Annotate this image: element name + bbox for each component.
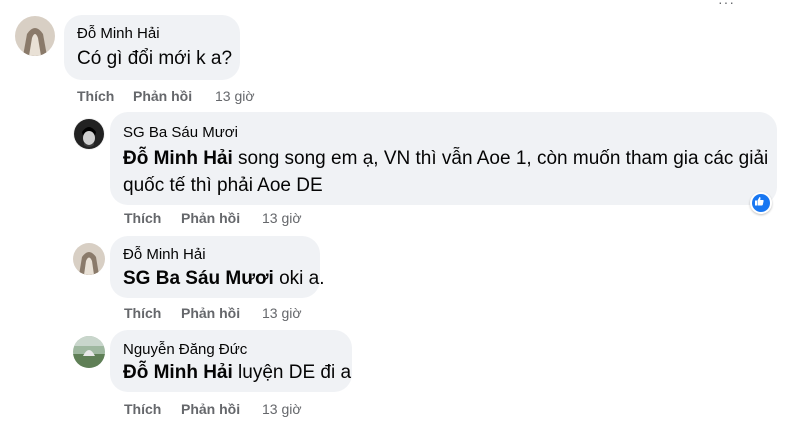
avatar[interactable] — [73, 118, 105, 150]
mention-link[interactable]: Đỗ Minh Hải — [123, 362, 233, 383]
mention-link[interactable]: Đỗ Minh Hải — [123, 148, 233, 169]
mention-link[interactable]: SG Ba Sáu Mươi — [123, 268, 274, 289]
comment-text-line: oki a. — [273, 268, 325, 289]
comment-text-line: luyện DE đi a — [232, 362, 352, 383]
comment-author[interactable]: Đỗ Minh Hải — [77, 25, 160, 42]
comment-timestamp[interactable]: 13 giờ — [262, 210, 302, 226]
like-button[interactable]: Thích — [124, 401, 161, 417]
comment-text-line: quốc tế thì phải Aoe DE — [123, 175, 323, 196]
comment-timestamp[interactable]: 13 giờ — [215, 88, 255, 104]
reply-button[interactable]: Phản hồi — [181, 305, 240, 321]
comment-bubble: Đỗ Minh Hải Có gì đổi mới k a? — [64, 15, 240, 80]
comment-author[interactable]: SG Ba Sáu Mươi — [123, 124, 238, 141]
comment-text: Có gì đổi mới k a? — [77, 48, 233, 69]
like-icon — [755, 197, 764, 206]
more-options-icon[interactable]: ··· — [718, 0, 735, 10]
avatar[interactable] — [73, 336, 105, 368]
comment-text: SG Ba Sáu Mươi oki a. — [123, 265, 325, 292]
reply-button[interactable]: Phản hồi — [181, 210, 240, 226]
comment-author[interactable]: Nguyễn Đăng Đức — [123, 341, 247, 358]
comment-bubble: SG Ba Sáu Mươi Đỗ Minh Hải song song em … — [110, 112, 777, 205]
reaction-badge[interactable] — [750, 192, 772, 214]
comment-thread: ··· Đỗ Minh Hải Có gì đổi mới k a? Thích… — [0, 0, 800, 435]
like-button[interactable]: Thích — [77, 88, 114, 104]
avatar[interactable] — [15, 16, 55, 56]
comment-text: Đỗ Minh Hải luyện DE đi a — [123, 359, 351, 386]
comment-timestamp[interactable]: 13 giờ — [262, 401, 302, 417]
comment-author[interactable]: Đỗ Minh Hải — [123, 246, 206, 263]
comment-bubble: Nguyễn Đăng Đức Đỗ Minh Hải luyện DE đi … — [110, 330, 352, 392]
comment-bubble: Đỗ Minh Hải SG Ba Sáu Mươi oki a. — [110, 236, 325, 298]
comment-timestamp[interactable]: 13 giờ — [262, 305, 302, 321]
like-button[interactable]: Thích — [124, 305, 161, 321]
like-button[interactable]: Thích — [124, 210, 161, 226]
reply-button[interactable]: Phản hồi — [181, 401, 240, 417]
comment-text: Đỗ Minh Hải song song em ạ, VN thì vẫn A… — [123, 145, 768, 172]
comment-text-line: song song em ạ, VN thì vẫn Aoe 1, còn mu… — [232, 148, 769, 169]
reply-button[interactable]: Phản hồi — [133, 88, 192, 104]
avatar[interactable] — [73, 243, 105, 275]
